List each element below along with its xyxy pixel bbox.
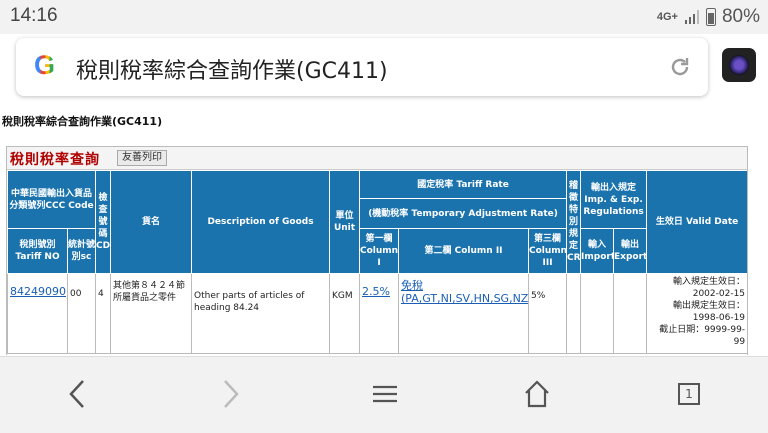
battery-icon bbox=[705, 8, 716, 26]
cell-valid-date: 輸入規定生效日： 2002-02-15 輸出規定生效日： 1998-06-19 … bbox=[646, 273, 747, 354]
bottom-navigation: 1 bbox=[0, 356, 768, 433]
google-logo-icon: G bbox=[34, 50, 56, 80]
header-column-3: 第三欄Column III bbox=[528, 228, 568, 274]
tab-switcher-button[interactable]: 1 bbox=[678, 383, 700, 405]
cell-export bbox=[613, 273, 648, 354]
menu-icon[interactable] bbox=[372, 379, 398, 409]
column-2-rate-link[interactable]: 免稅 (PA,GT,NI,SV,HN,SG,NZ) bbox=[401, 279, 528, 305]
header-column-2: 第二欄 Column II bbox=[398, 228, 530, 274]
header-tariff-rate: 國定稅率 Tariff Rate bbox=[359, 170, 568, 199]
cell-sc: 00 bbox=[66, 273, 97, 354]
battery-percent: 80% bbox=[721, 6, 760, 27]
header-description: Description of Goods bbox=[191, 170, 331, 274]
signal-icon bbox=[684, 10, 699, 24]
cell-column-3: 5% bbox=[528, 273, 568, 354]
table-row: 84249090 00 4 其他第８４２４節所屬貨品之零件 Other part… bbox=[7, 273, 747, 354]
valid-export-label: 輸出規定生效日： bbox=[673, 301, 746, 311]
valid-export-date: 1998-06-19 bbox=[692, 313, 746, 323]
header-regulations: 輸出入規定 Imp. & Exp. Regulations bbox=[580, 170, 648, 229]
home-icon[interactable] bbox=[524, 379, 550, 409]
reload-icon[interactable] bbox=[668, 55, 692, 79]
cell-description: Other parts of articles of heading 84.24 bbox=[191, 273, 331, 354]
panel-header: 稅則稅率查詢 友善列印 bbox=[7, 147, 747, 170]
header-stat-code: 統計號別sc bbox=[66, 228, 97, 274]
column-1-rate-link[interactable]: 2.5% bbox=[362, 285, 390, 298]
tariff-no-link[interactable]: 84249090 bbox=[10, 285, 66, 298]
cell-cr bbox=[566, 273, 582, 354]
header-check-digit: 檢查號碼CD bbox=[95, 170, 112, 274]
tariff-panel: 稅則稅率查詢 友善列印 中華民國輸出入貨品分類號列CCC Code 檢查號碼CD… bbox=[6, 146, 748, 355]
back-arrow-icon[interactable] bbox=[66, 379, 88, 409]
valid-import-label: 輸入規定生效日： bbox=[673, 277, 746, 287]
header-column-1: 第一欄Column I bbox=[359, 228, 400, 274]
header-cr: 稽徵特別規定CR bbox=[566, 170, 582, 274]
header-ccc-code: 中華民國輸出入貨品分類號列CCC Code bbox=[7, 170, 97, 229]
status-icons: 4G+ 80% bbox=[657, 6, 760, 28]
status-bar: 14:16 4G+ 80% bbox=[0, 0, 768, 34]
header-import: 輸入Import bbox=[580, 228, 615, 274]
header-export: 輸出Export bbox=[613, 228, 648, 274]
cell-cd: 4 bbox=[95, 273, 112, 354]
cell-goods-name: 其他第８４２４節所屬貨品之零件 bbox=[110, 273, 193, 354]
valid-import-date: 2002-02-15 bbox=[692, 289, 746, 299]
camera-app-icon[interactable] bbox=[722, 48, 756, 82]
cell-import bbox=[580, 273, 615, 354]
print-button[interactable]: 友善列印 bbox=[117, 150, 167, 166]
page-title: 稅則稅率綜合查詢作業(GC411) bbox=[2, 115, 163, 128]
tab-count: 1 bbox=[685, 387, 693, 401]
valid-end-date: 截止日期：9999-99-99 bbox=[659, 325, 746, 347]
network-type: 4G+ bbox=[656, 11, 678, 23]
header-unit: 單位Unit bbox=[329, 170, 361, 274]
address-bar[interactable]: G 稅則稅率綜合查詢作業(GC411) bbox=[16, 38, 708, 96]
header-temporary-rate: (機動稅率 Temporary Adjustment Rate) bbox=[359, 198, 568, 229]
panel-title: 稅則稅率查詢 bbox=[10, 152, 100, 168]
tariff-table: 中華民國輸出入貨品分類號列CCC Code 檢查號碼CD 貨名 Descript… bbox=[7, 170, 747, 354]
header-goods-name: 貨名 bbox=[110, 170, 193, 274]
header-tariff-no: 稅則號別 Tariff NO bbox=[7, 228, 68, 274]
header-valid-date: 生效日 Valid Date bbox=[646, 170, 747, 274]
status-time: 14:16 bbox=[10, 5, 58, 26]
forward-arrow-icon[interactable] bbox=[220, 379, 242, 409]
search-input[interactable]: 稅則稅率綜合查詢作業(GC411) bbox=[76, 53, 388, 85]
cell-unit: KGM bbox=[329, 273, 361, 354]
